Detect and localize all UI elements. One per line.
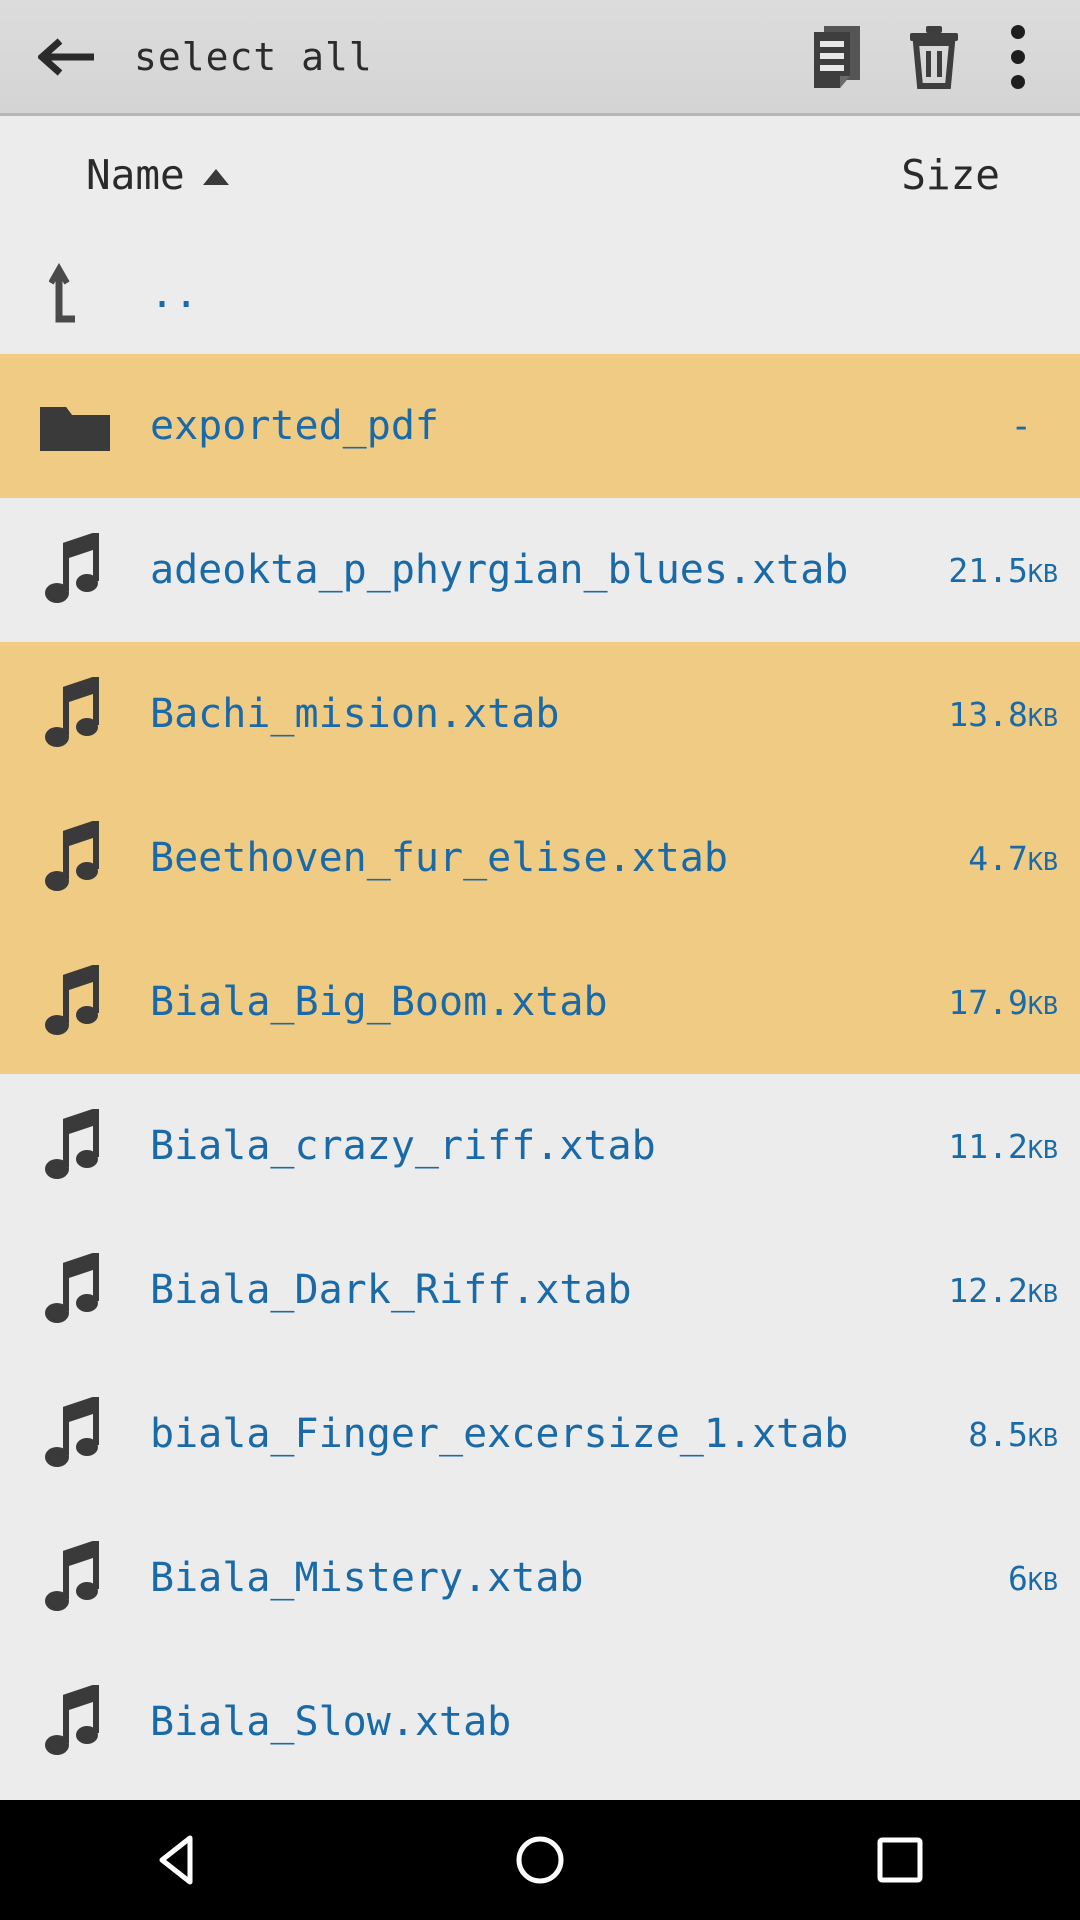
- file-row[interactable]: biala_Finger_excersize_1.xtab 8.5KB: [0, 1362, 1080, 1506]
- file-size-unit: KB: [1027, 558, 1058, 588]
- file-size: 6KB: [1008, 1559, 1080, 1598]
- music-note-icon: [45, 677, 99, 747]
- overflow-menu-button[interactable]: [982, 9, 1054, 105]
- file-size-value: 8.5: [968, 1414, 1028, 1454]
- trash-icon: [910, 25, 958, 89]
- music-note-icon-cell: [0, 533, 150, 607]
- music-note-icon: [45, 1685, 99, 1755]
- sort-by-name-header[interactable]: Name: [86, 151, 229, 199]
- file-rows-container: exported_pdf - adeokta_p_phyrgian_blues.xt…: [0, 354, 1080, 1794]
- file-row[interactable]: Beethoven_fur_elise.xtab 4.7KB: [0, 786, 1080, 930]
- file-name: Biala_Slow.xtab: [150, 1699, 512, 1745]
- file-row[interactable]: Biala_Slow.xtab: [0, 1650, 1080, 1794]
- back-triangle-icon: [159, 1835, 193, 1885]
- file-size: 21.5KB: [948, 551, 1080, 590]
- file-size-value: 6: [1008, 1558, 1028, 1598]
- file-name: adeokta_p_phyrgian_blues.xtab: [150, 547, 849, 593]
- overflow-menu-icon: [1011, 24, 1025, 89]
- name-column-label: Name: [86, 151, 185, 199]
- file-size-unit: KB: [1027, 702, 1058, 732]
- file-size-value: 4.7: [968, 838, 1028, 878]
- file-size-unit: KB: [1027, 990, 1058, 1020]
- music-note-icon-cell: [0, 1685, 150, 1759]
- file-name: biala_Finger_excersize_1.xtab: [150, 1411, 849, 1457]
- recents-square-icon: [877, 1837, 923, 1883]
- nav-recents-button[interactable]: [810, 1800, 990, 1920]
- file-size: 12.2KB: [948, 1271, 1080, 1310]
- action-bar-title: select all: [134, 34, 373, 79]
- file-size: 8.5KB: [968, 1415, 1080, 1454]
- parent-directory-name: ..: [150, 271, 199, 317]
- file-name: Biala_Dark_Riff.xtab: [150, 1267, 632, 1313]
- file-size-value: 17.9: [948, 982, 1028, 1022]
- action-bar-actions: [790, 9, 1054, 105]
- music-note-icon-cell: [0, 965, 150, 1039]
- music-note-icon: [45, 1541, 99, 1611]
- file-size-value: 12.2: [948, 1270, 1028, 1310]
- file-name: Biala_Big_Boom.xtab: [150, 979, 608, 1025]
- nav-home-button[interactable]: [450, 1800, 630, 1920]
- file-row[interactable]: adeokta_p_phyrgian_blues.xtab 21.5KB: [0, 498, 1080, 642]
- music-note-icon: [45, 1109, 99, 1179]
- file-size-unit: KB: [1027, 846, 1058, 876]
- music-note-icon: [45, 1397, 99, 1467]
- file-size-unit: KB: [1027, 1566, 1058, 1596]
- copy-button[interactable]: [790, 9, 886, 105]
- file-size-value: 11.2: [948, 1126, 1028, 1166]
- file-list[interactable]: .. exported_pdf - adeokta_p_phyrgian_blues…: [0, 234, 1080, 1920]
- column-header-row: Name Size: [0, 116, 1080, 234]
- file-name: Biala_Mistery.xtab: [150, 1555, 584, 1601]
- music-note-icon-cell: [0, 1109, 150, 1183]
- file-size: 4.7KB: [968, 839, 1080, 878]
- file-size-value: 13.8: [948, 694, 1028, 734]
- file-row[interactable]: Bachi_mision.xtab 13.8KB: [0, 642, 1080, 786]
- file-size-unit: KB: [1027, 1134, 1058, 1164]
- file-size-value: 21.5: [948, 550, 1028, 590]
- file-row[interactable]: exported_pdf -: [0, 354, 1080, 498]
- music-note-icon-cell: [0, 1253, 150, 1327]
- file-row[interactable]: Biala_Mistery.xtab 6KB: [0, 1506, 1080, 1650]
- nav-back-button[interactable]: [90, 1800, 270, 1920]
- music-note-icon-cell: [0, 1397, 150, 1471]
- folder-icon-cell: [0, 397, 150, 455]
- file-size: 11.2KB: [948, 1127, 1080, 1166]
- delete-button[interactable]: [886, 9, 982, 105]
- file-name: Bachi_mision.xtab: [150, 691, 560, 737]
- file-row[interactable]: Biala_Dark_Riff.xtab 12.2KB: [0, 1218, 1080, 1362]
- file-name: Beethoven_fur_elise.xtab: [150, 835, 728, 881]
- file-size: 17.9KB: [948, 983, 1080, 1022]
- file-row[interactable]: Biala_crazy_riff.xtab 11.2KB: [0, 1074, 1080, 1218]
- file-size: -: [1010, 405, 1032, 447]
- music-note-icon: [45, 965, 99, 1035]
- music-note-icon: [45, 821, 99, 891]
- music-note-icon: [45, 533, 99, 603]
- sort-ascending-icon: [202, 169, 229, 185]
- action-bar: select all: [0, 0, 1080, 116]
- android-navigation-bar: [0, 1800, 1080, 1920]
- arrow-up-left-icon: [49, 263, 75, 323]
- music-note-icon-cell: [0, 677, 150, 751]
- home-circle-icon: [516, 1836, 564, 1884]
- copy-documents-icon: [814, 25, 860, 88]
- back-button[interactable]: [26, 14, 112, 100]
- size-column-label[interactable]: Size: [901, 151, 1000, 199]
- file-manager-screen: select all Name Size .. exported_pdf - a…: [0, 0, 1080, 1920]
- music-note-icon: [45, 1253, 99, 1323]
- parent-icon-cell: [0, 263, 150, 325]
- file-size-unit: KB: [1027, 1422, 1058, 1452]
- music-note-icon-cell: [0, 1541, 150, 1615]
- arrow-left-icon: [38, 37, 94, 76]
- file-name: Biala_crazy_riff.xtab: [150, 1123, 656, 1169]
- file-row[interactable]: Biala_Big_Boom.xtab 17.9KB: [0, 930, 1080, 1074]
- music-note-icon-cell: [0, 821, 150, 895]
- parent-directory-row[interactable]: ..: [0, 234, 1080, 354]
- file-size: 13.8KB: [948, 695, 1080, 734]
- file-size-unit: KB: [1027, 1278, 1058, 1308]
- file-name: exported_pdf: [150, 403, 439, 449]
- folder-icon: [40, 407, 110, 451]
